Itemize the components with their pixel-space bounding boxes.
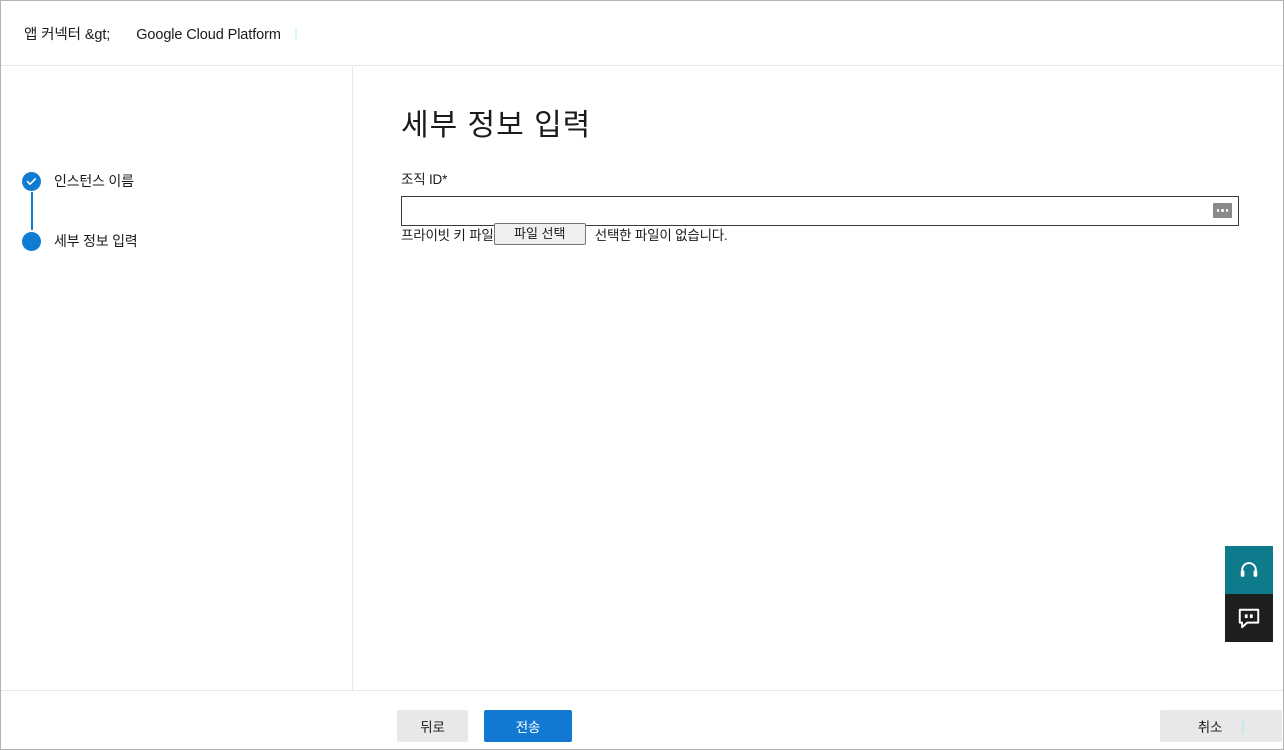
wizard-steps-rail: 인스턴스 이름 세부 정보 입력 [1,66,353,690]
footer-action-bar: 뒤로 전송 취소 [1,690,1283,749]
back-button[interactable]: 뒤로 [397,710,468,742]
step-connector-line [31,192,33,230]
cancel-button-label: 취소 [1197,720,1223,735]
choose-file-button[interactable]: 파일 선택 [493,223,586,245]
wizard-step-label: 인스턴스 이름 [54,173,134,189]
app-window: 앱 커넥터 &gt; Google Cloud Platform 인스턴스 이름… [0,0,1284,750]
check-circle-icon [22,171,41,191]
breadcrumb-google-cloud-platform[interactable]: Google Cloud Platform [136,27,281,43]
organization-id-input[interactable] [401,196,1239,226]
filled-circle-icon [22,231,41,251]
cancel-button[interactable]: 취소 [1160,710,1282,742]
wizard-step-instance-name[interactable]: 인스턴스 이름 [22,171,134,191]
page-title: 세부 정보 입력 [401,109,592,142]
autofill-dots-icon[interactable] [1213,203,1232,218]
organization-id-input-wrapper [401,196,1239,226]
body-area: 인스턴스 이름 세부 정보 입력 세부 정보 입력 조직 ID* 프라이빗 키 … [1,66,1283,690]
cancel-cursor-indicator [1242,721,1245,734]
app-header: 앱 커넥터 &gt; Google Cloud Platform [1,1,1283,66]
main-content-pane: 세부 정보 입력 조직 ID* 프라이빗 키 파일* 파일 선택 선택한 파일이… [354,66,1283,690]
wizard-step-label: 세부 정보 입력 [54,233,138,249]
organization-id-field-group: 조직 ID* [401,168,1239,226]
private-key-file-label: 프라이빗 키 파일* [401,224,499,244]
private-key-file-label-text: 프라이빗 키 파일 [401,228,494,243]
private-key-file-field-group: 프라이빗 키 파일* 파일 선택 선택한 파일이 없습니다. [401,223,728,245]
required-asterisk: * [442,172,448,187]
submit-button[interactable]: 전송 [484,710,572,742]
chat-widget-button[interactable] [1225,594,1273,642]
chat-bubble-icon [1238,608,1260,628]
breadcrumb: 앱 커넥터 &gt; Google Cloud Platform [1,23,297,44]
breadcrumb-app-connector[interactable]: 앱 커넥터 &gt; [24,23,110,44]
organization-id-label: 조직 ID* [401,168,1239,188]
floating-widget-stack [1225,546,1273,642]
text-cursor-indicator [294,26,297,40]
organization-id-label-text: 조직 ID [401,172,443,187]
wizard-step-enter-details[interactable]: 세부 정보 입력 [22,231,138,251]
support-widget-button[interactable] [1225,546,1273,594]
selected-file-status-text: 선택한 파일이 없습니다. [594,228,728,243]
headset-icon [1240,562,1258,577]
